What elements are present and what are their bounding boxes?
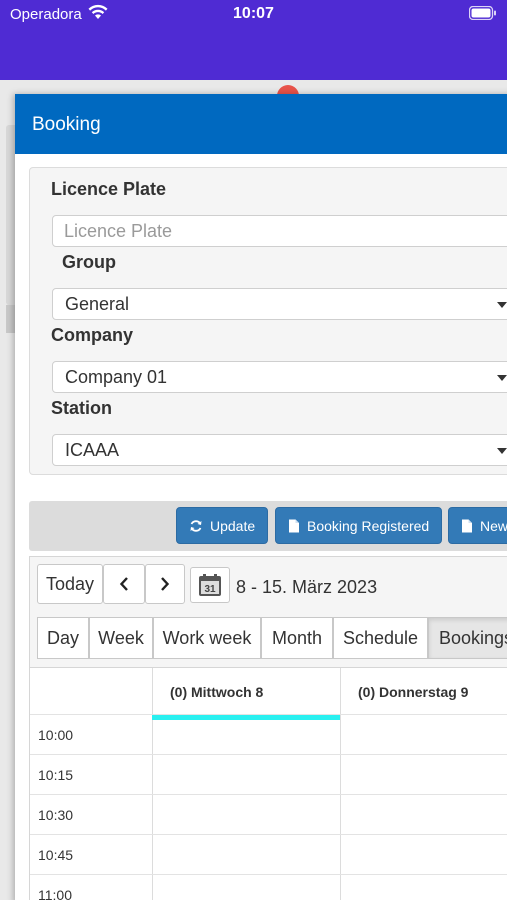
grid-line (30, 794, 507, 795)
time-slot-label: 10:00 (38, 727, 74, 743)
column-header-wednesday[interactable]: (0) Mittwoch 8 (152, 668, 263, 714)
schedule-grid: (0) Mittwoch 8 (0) Donnerstag 9 10:00 10… (30, 667, 507, 900)
group-label: Group (62, 252, 116, 272)
chevron-left-icon (119, 577, 128, 591)
tab-schedule[interactable]: Schedule (333, 617, 428, 659)
status-bar: Operadora 10:07 (0, 0, 507, 80)
licence-plate-label: Licence Plate (51, 179, 167, 199)
grid-line (30, 754, 507, 755)
station-label: Station (51, 398, 112, 418)
tab-label: Day (46, 627, 79, 648)
chevron-down-icon (497, 448, 507, 454)
new-label: New (480, 517, 507, 534)
group-select[interactable]: General (52, 288, 507, 320)
today-button[interactable]: Today (37, 564, 103, 604)
refresh-icon (190, 519, 202, 532)
tab-week[interactable]: Week (89, 617, 153, 659)
next-button[interactable] (145, 564, 185, 604)
tab-label: Week (98, 627, 144, 648)
tab-month[interactable]: Month (261, 617, 333, 659)
calendar-button[interactable]: 31 (190, 567, 230, 603)
company-select[interactable]: Company 01 (52, 361, 507, 393)
grid-line (30, 834, 507, 835)
time-slot-label: 11:00 (38, 887, 72, 900)
station-select[interactable]: ICAAA (52, 434, 507, 466)
tab-label: Schedule (342, 627, 419, 648)
update-label: Update (210, 517, 256, 534)
tab-label: Work week (162, 627, 252, 648)
toolbar: Update Booking Registered New (29, 501, 507, 551)
scheduler: Today 31 8 - 15. März 2023 Day Week Work… (29, 556, 507, 900)
column-header-thursday[interactable]: (0) Donnerstag 9 (340, 668, 468, 714)
tab-bookings[interactable]: Bookings (428, 617, 507, 659)
update-button[interactable]: Update (176, 507, 269, 544)
booking-modal: Booking Licence Plate Licence Plate Grou… (15, 94, 507, 900)
booking-form: Licence Plate Licence Plate Group Genera… (29, 167, 507, 475)
time-slot-label: 10:15 (38, 767, 74, 783)
battery-icon (468, 5, 497, 25)
tab-work-week[interactable]: Work week (153, 617, 261, 659)
modal-title: Booking (15, 94, 507, 154)
grid-line (30, 714, 507, 715)
new-button[interactable]: New (448, 507, 507, 544)
calendar-day: 31 (204, 584, 216, 595)
chevron-down-icon (497, 375, 507, 381)
tab-label: Bookings (439, 627, 507, 648)
company-label: Company (51, 325, 134, 345)
company-value: Company 01 (65, 367, 168, 387)
chevron-down-icon (497, 302, 507, 308)
time-slot-label: 10:45 (38, 847, 74, 863)
station-value: ICAAA (65, 440, 120, 460)
tab-day[interactable]: Day (37, 617, 89, 659)
date-range: 8 - 15. März 2023 (236, 577, 378, 597)
booking-registered-label: Booking Registered (307, 517, 430, 534)
licence-plate-placeholder: Licence Plate (64, 221, 173, 241)
document-icon (289, 519, 299, 532)
licence-plate-input[interactable]: Licence Plate (52, 215, 507, 247)
document-icon (462, 519, 472, 532)
grid-line (30, 874, 507, 875)
group-value: General (65, 294, 130, 314)
booking-registered-button[interactable]: Booking Registered (275, 507, 443, 544)
today-label: Today (45, 573, 95, 594)
clock: 10:07 (233, 5, 274, 22)
prev-button[interactable] (103, 564, 145, 604)
calendar-icon: 31 (199, 574, 221, 596)
chevron-right-icon (161, 577, 170, 591)
tab-label: Month (271, 627, 323, 648)
time-slot-label: 10:30 (38, 807, 74, 823)
